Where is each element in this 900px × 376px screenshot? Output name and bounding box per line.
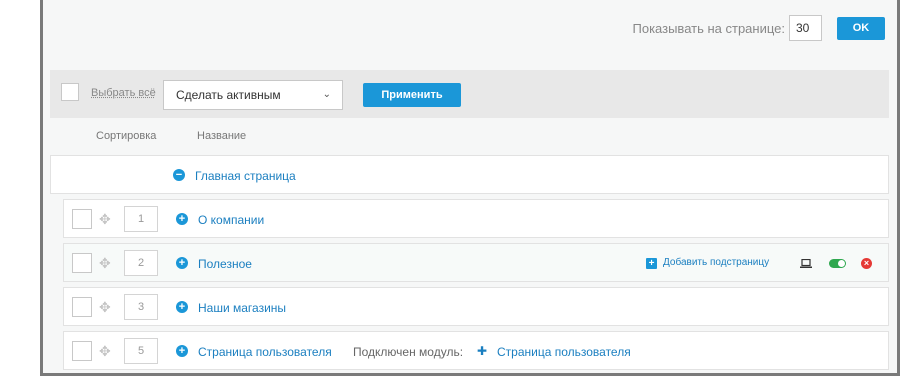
sort-order-input[interactable]: 1 [124,206,158,232]
drag-handle-icon[interactable]: ✥ [99,255,111,272]
select-all-link[interactable]: Выбрать всё [91,87,156,99]
drag-handle-icon[interactable]: ✥ [99,211,111,228]
row-checkbox[interactable] [72,297,92,317]
tree-row: ✥ 3 + Наши магазины [63,287,889,326]
column-header-sort[interactable]: Сортировка [96,130,156,142]
tree-row: ✥ 5 + Страница пользователя Подключен мо… [63,331,889,370]
row-checkbox[interactable] [72,341,92,361]
minus-circle-icon[interactable]: − [173,169,185,181]
add-subpage-link[interactable]: Добавить подстраницу [663,257,769,268]
ok-button[interactable]: OK [837,17,885,40]
column-header-name[interactable]: Название [197,130,246,142]
bulk-action-bar: Выбрать всё Сделать активным ⌄ Применить [50,70,889,118]
row-checkbox[interactable] [72,253,92,273]
tree-row-root: − Главная страница [50,155,889,194]
tree-row: ✥ 1 + О компании [63,199,889,238]
select-all-checkbox[interactable] [61,83,79,101]
chevron-down-icon: ⌄ [322,89,331,100]
apply-button[interactable]: Применить [363,83,461,107]
module-link[interactable]: Страница пользователя [497,345,631,359]
per-page-label: Показывать на странице: [632,21,786,36]
sort-order-input[interactable]: 3 [124,294,158,320]
page-title-link[interactable]: О компании [198,213,264,227]
page-frame: Показывать на странице: OK Выбрать всё С… [40,0,900,376]
plus-circle-icon[interactable]: + [176,301,188,313]
laptop-icon[interactable] [800,259,812,268]
per-page-input[interactable] [789,15,822,41]
sort-order-input[interactable]: 5 [124,338,158,364]
module-label: Подключен модуль: [353,345,464,359]
plus-circle-icon[interactable]: + [176,257,188,269]
row-actions: + Добавить подстраницу × [646,256,876,270]
top-bar: Показывать на странице: OK [43,0,897,60]
page-title-link[interactable]: Наши магазины [198,301,286,315]
row-checkbox[interactable] [72,209,92,229]
tree-row: ✥ 2 + Полезное + Добавить подстраницу × [63,243,889,282]
plus-circle-icon[interactable]: + [176,213,188,225]
bulk-action-value: Сделать активным [176,88,281,102]
drag-handle-icon[interactable]: ✥ [99,343,111,360]
page-title-link[interactable]: Полезное [198,257,252,271]
toggle-on-icon[interactable] [829,259,846,268]
plus-square-icon[interactable]: + [646,258,657,269]
puzzle-icon: ✚ [477,344,488,358]
page-title-link[interactable]: Страница пользователя [198,345,332,359]
plus-circle-icon[interactable]: + [176,345,188,357]
bulk-action-select[interactable]: Сделать активным ⌄ [163,80,343,110]
page-title-link[interactable]: Главная страница [195,169,296,183]
sort-order-input[interactable]: 2 [124,250,158,276]
close-circle-icon[interactable]: × [861,258,872,269]
drag-handle-icon[interactable]: ✥ [99,299,111,316]
